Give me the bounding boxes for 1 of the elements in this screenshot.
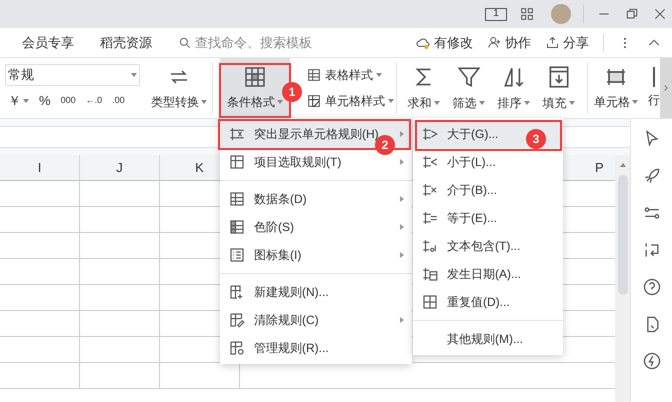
- step-marker: 1: [282, 82, 302, 102]
